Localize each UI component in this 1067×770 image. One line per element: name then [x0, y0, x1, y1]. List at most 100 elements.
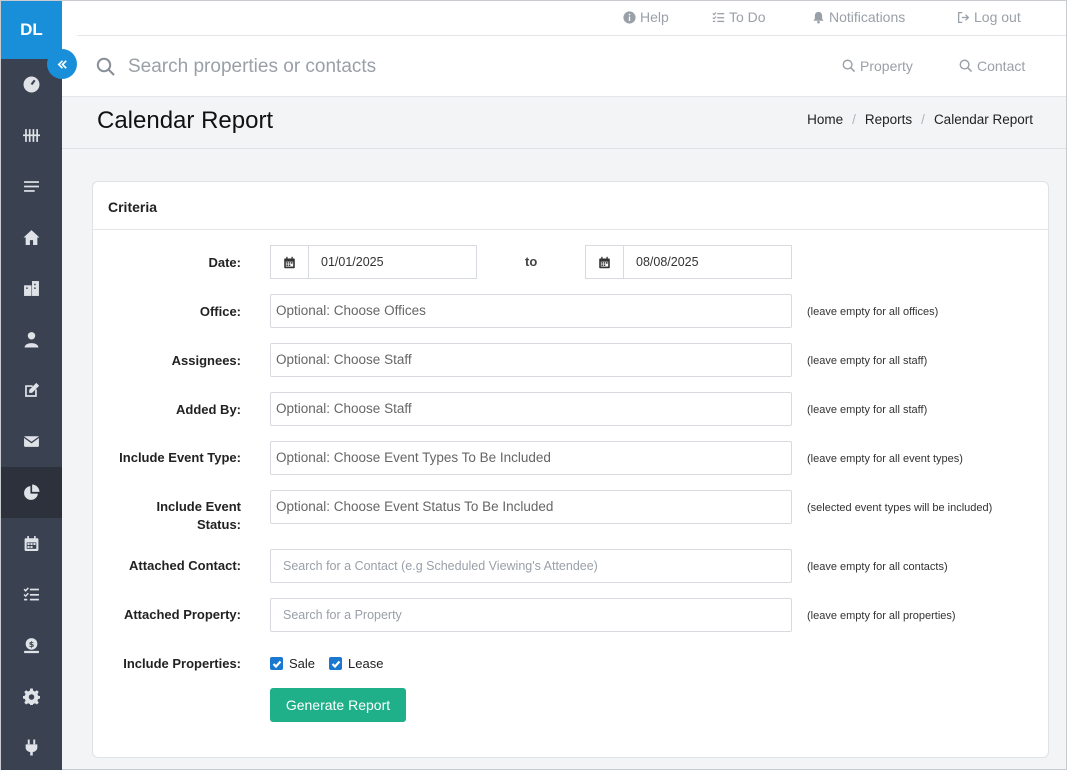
page-header: Calendar Report Home / Reports / Calenda…: [62, 97, 1066, 149]
date-from-value[interactable]: 01/01/2025: [309, 246, 396, 278]
sale-checkbox[interactable]: Sale: [270, 656, 315, 671]
checklist-icon: [23, 587, 39, 601]
calendar-icon: [599, 256, 610, 268]
event-type-hint: (leave empty for all event types): [807, 453, 963, 465]
breadcrumb-current: Calendar Report: [933, 112, 1033, 127]
generate-report-button[interactable]: Generate Report: [270, 688, 406, 722]
search-icon: [842, 59, 856, 73]
dashboard-icon: [23, 76, 40, 93]
search-property-label: Property: [860, 58, 913, 74]
date-to-separator: to: [525, 254, 538, 269]
check-icon: [272, 660, 281, 668]
lease-checkbox-box[interactable]: [329, 657, 342, 670]
attached-property-input[interactable]: Search for a Property: [270, 598, 792, 632]
money-icon: $: [24, 638, 39, 654]
sidebar-item-settings[interactable]: [1, 671, 62, 722]
page-title: Calendar Report: [97, 107, 274, 134]
sidebar-item-tally[interactable]: [1, 110, 62, 161]
sidebar-item-finance[interactable]: $: [1, 620, 62, 671]
breadcrumb-separator: /: [921, 112, 925, 127]
sidebar-item-home[interactable]: [1, 212, 62, 263]
event-type-label: Include Event Type:: [119, 450, 241, 465]
plug-icon: [25, 739, 38, 756]
attached-contact-label: Attached Contact:: [129, 558, 241, 573]
svg-text:$: $: [29, 640, 35, 649]
card-title: Criteria: [93, 182, 1048, 230]
breadcrumb-separator: /: [852, 112, 856, 127]
criteria-card: Criteria Date: 01/01/2025 to 08/08/2025 …: [92, 181, 1049, 758]
office-hint: (leave empty for all offices): [807, 306, 939, 318]
assignees-select[interactable]: Optional: Choose Staff: [270, 343, 792, 377]
assignees-label: Assignees:: [171, 353, 241, 368]
envelope-icon: [23, 436, 40, 447]
date-label: Date:: [208, 255, 241, 270]
list-icon: [24, 181, 39, 192]
buildings-icon: [24, 281, 39, 296]
search-contact-label: Contact: [977, 58, 1026, 74]
search-contact-button[interactable]: Contact: [959, 58, 1025, 74]
sale-checkbox-box[interactable]: [270, 657, 283, 670]
todo-label: To Do: [729, 9, 766, 25]
gear-icon: [23, 688, 40, 705]
sidebar-item-reports[interactable]: [1, 467, 62, 518]
logout-link[interactable]: Log out: [957, 9, 1021, 25]
breadcrumb: Home / Reports / Calendar Report: [807, 112, 1033, 127]
sidebar-item-tasks[interactable]: [1, 569, 62, 620]
added-by-select[interactable]: Optional: Choose Staff: [270, 392, 792, 426]
sidebar-item-edit[interactable]: [1, 365, 62, 416]
calendar-icon: [24, 536, 39, 551]
attached-property-label: Attached Property:: [123, 607, 241, 622]
breadcrumb-home[interactable]: Home: [807, 112, 843, 127]
date-from-picker[interactable]: 01/01/2025: [270, 245, 477, 279]
added-by-hint: (leave empty for all staff): [807, 404, 928, 416]
double-chevron-left-icon: [57, 59, 67, 69]
sidebar-item-buildings[interactable]: [1, 263, 62, 314]
app-logo[interactable]: DL: [1, 1, 62, 59]
include-properties-label: Include Properties:: [123, 656, 241, 671]
event-status-select[interactable]: Optional: Choose Event Status To Be Incl…: [270, 490, 792, 524]
search-icon: [959, 59, 973, 73]
help-label: Help: [640, 9, 669, 25]
person-icon: [24, 332, 39, 348]
global-search: [96, 56, 528, 78]
attached-contact-input[interactable]: Search for a Contact (e.g Scheduled View…: [270, 549, 792, 583]
assignees-hint: (leave empty for all staff): [807, 355, 928, 367]
date-to-picker[interactable]: 08/08/2025: [585, 245, 792, 279]
info-icon: [623, 10, 636, 24]
event-type-select[interactable]: Optional: Choose Event Types To Be Inclu…: [270, 441, 792, 475]
office-label: Office:: [199, 304, 241, 319]
notifications-link[interactable]: Notifications: [812, 9, 905, 25]
sidebar-item-mail[interactable]: [1, 416, 62, 467]
attached-property-hint: (leave empty for all properties): [807, 610, 956, 622]
logout-icon: [957, 11, 970, 23]
breadcrumb-reports[interactable]: Reports: [865, 112, 912, 127]
top-links: Help To Do Notifications Log out: [77, 1, 1066, 36]
notifications-label: Notifications: [829, 9, 906, 25]
collapse-sidebar-button[interactable]: [47, 49, 77, 79]
date-from-calendar-button[interactable]: [271, 246, 309, 278]
bell-icon: [813, 11, 824, 24]
sidebar-item-integrations[interactable]: [1, 722, 62, 770]
sidebar-item-contacts[interactable]: [1, 314, 62, 365]
event-status-label-line1: Include Event: [156, 499, 241, 514]
event-status-hint: (selected event types will be included): [807, 502, 993, 514]
sale-checkbox-label: Sale: [289, 656, 316, 671]
search-input[interactable]: [128, 56, 528, 78]
sidebar-item-calendar[interactable]: [1, 518, 62, 569]
todo-link[interactable]: To Do: [712, 9, 766, 25]
added-by-label: Added By:: [176, 402, 241, 417]
pie-chart-icon: [24, 484, 40, 500]
date-to-value[interactable]: 08/08/2025: [624, 246, 711, 278]
edit-icon: [25, 382, 40, 397]
date-to-calendar-button[interactable]: [586, 246, 624, 278]
check-icon: [331, 660, 340, 668]
search-property-button[interactable]: Property: [842, 58, 913, 74]
office-select[interactable]: Optional: Choose Offices: [270, 294, 792, 328]
sidebar-item-list[interactable]: [1, 161, 62, 212]
help-link[interactable]: Help: [623, 9, 669, 25]
tally-icon: [23, 129, 40, 142]
lease-checkbox-label: Lease: [348, 656, 384, 671]
logout-label: Log out: [974, 9, 1021, 25]
lease-checkbox[interactable]: Lease: [329, 656, 383, 671]
attached-contact-hint: (leave empty for all contacts): [807, 561, 948, 573]
